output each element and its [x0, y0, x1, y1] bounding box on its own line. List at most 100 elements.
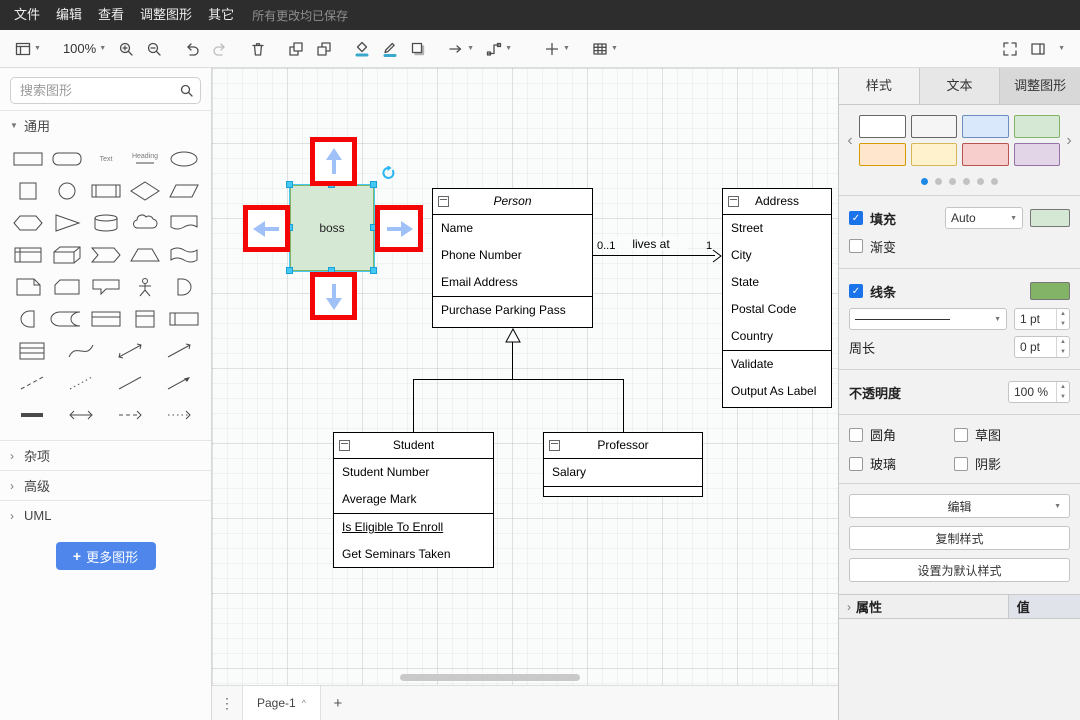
set-default-style-button[interactable]: 设置为默认样式: [849, 558, 1070, 582]
shape-dashed-connector[interactable]: [106, 400, 155, 430]
section-misc[interactable]: › 杂项: [0, 440, 211, 470]
line-color-swatch[interactable]: [1030, 282, 1070, 300]
direction-arrow-down[interactable]: [310, 272, 357, 320]
class-address-method[interactable]: Output As Label: [723, 378, 831, 405]
shape-or[interactable]: [164, 272, 203, 302]
shadow-button[interactable]: [405, 35, 431, 63]
shape-container[interactable]: [86, 304, 125, 334]
class-student[interactable]: Student Student Number Average Mark Is E…: [333, 432, 494, 568]
shape-process[interactable]: [86, 176, 125, 206]
shape-rounded-rectangle[interactable]: [47, 144, 86, 174]
node-boss[interactable]: boss: [290, 185, 374, 271]
shape-cloud[interactable]: [125, 208, 164, 238]
shape-ellipse[interactable]: [164, 144, 203, 174]
shape-cylinder[interactable]: [86, 208, 125, 238]
shape-trapezoid[interactable]: [125, 240, 164, 270]
shape-note[interactable]: [8, 272, 47, 302]
fill-mode-select[interactable]: Auto ▼: [945, 207, 1023, 229]
shape-data-storage[interactable]: [47, 304, 86, 334]
shape-dotted-line[interactable]: [57, 368, 106, 398]
canvas-horizontal-scrollbar[interactable]: [400, 674, 580, 681]
stepper-down-icon[interactable]: ▼: [1057, 392, 1069, 402]
shape-vertical-container[interactable]: [125, 304, 164, 334]
line-style-select[interactable]: ▼: [849, 308, 1007, 330]
edge-lives-at[interactable]: [593, 255, 715, 256]
style-swatch[interactable]: [859, 115, 906, 138]
selection-handle-se[interactable]: [370, 267, 377, 274]
menu-arrange[interactable]: 调整图形: [132, 0, 200, 30]
stepper-up-icon[interactable]: ▲: [1057, 309, 1069, 319]
class-address-attr[interactable]: Street: [723, 215, 831, 242]
zoom-out-button[interactable]: [141, 35, 167, 63]
shape-horizontal-container[interactable]: [164, 304, 203, 334]
shape-rectangle[interactable]: [8, 144, 47, 174]
section-advanced[interactable]: › 高级: [0, 470, 211, 500]
direction-arrow-right[interactable]: [375, 205, 423, 252]
add-page-button[interactable]: +: [321, 695, 355, 712]
tab-text[interactable]: 文本: [920, 68, 1001, 104]
shape-callout[interactable]: [86, 272, 125, 302]
collapse-icon[interactable]: [339, 440, 350, 451]
shape-text[interactable]: Text: [86, 144, 125, 174]
class-professor-attr[interactable]: Salary: [544, 459, 702, 486]
class-address[interactable]: Address Street City State Postal Code Co…: [722, 188, 832, 408]
shape-document[interactable]: [164, 208, 203, 238]
class-address-attr[interactable]: City: [723, 242, 831, 269]
stepper-up-icon[interactable]: ▲: [1057, 382, 1069, 392]
shadow-checkbox[interactable]: [954, 457, 968, 471]
style-swatch[interactable]: [962, 115, 1009, 138]
class-person[interactable]: Person Name Phone Number Email Address P…: [432, 188, 593, 328]
to-back-button[interactable]: [311, 35, 337, 63]
shape-dotted-connector[interactable]: [154, 400, 203, 430]
class-address-attr[interactable]: Country: [723, 323, 831, 350]
tab-arrange[interactable]: 调整图形: [1000, 68, 1080, 104]
shape-directional-connector[interactable]: [154, 368, 203, 398]
zoom-in-button[interactable]: [113, 35, 139, 63]
carousel-dot[interactable]: [935, 178, 942, 185]
style-swatch[interactable]: [859, 143, 906, 166]
style-swatch[interactable]: [911, 115, 958, 138]
class-student-attr[interactable]: Student Number: [334, 459, 493, 486]
menu-extras[interactable]: 其它: [200, 0, 242, 30]
shape-bidirectional-arrow[interactable]: [106, 336, 155, 366]
fill-color-button[interactable]: [349, 35, 375, 63]
collapse-icon[interactable]: [549, 440, 560, 451]
waypoint-style-dropdown[interactable]: ▼: [481, 35, 517, 63]
connection-style-dropdown[interactable]: ▼: [443, 35, 479, 63]
rounded-checkbox[interactable]: [849, 428, 863, 442]
selection-handle-ne[interactable]: [370, 181, 377, 188]
insert-dropdown[interactable]: ▼: [539, 35, 575, 63]
redo-button[interactable]: [207, 35, 233, 63]
tab-style[interactable]: 样式: [839, 68, 920, 104]
class-person-attr[interactable]: Email Address: [433, 269, 592, 296]
shape-triangle[interactable]: [47, 208, 86, 238]
class-person-method[interactable]: Purchase Parking Pass: [433, 297, 592, 324]
shape-step[interactable]: [86, 240, 125, 270]
perimeter-stepper[interactable]: 0 pt ▲▼: [1014, 336, 1070, 358]
shape-diamond[interactable]: [125, 176, 164, 206]
menu-view[interactable]: 查看: [90, 0, 132, 30]
carousel-dot[interactable]: [949, 178, 956, 185]
edge-label[interactable]: lives at: [615, 237, 687, 251]
shape-tape[interactable]: [164, 240, 203, 270]
shape-line[interactable]: [106, 368, 155, 398]
shape-square[interactable]: [8, 176, 47, 206]
gradient-checkbox[interactable]: [849, 239, 863, 253]
carousel-dot[interactable]: [991, 178, 998, 185]
toolbar-more-dropdown[interactable]: ▼: [1053, 35, 1070, 63]
selection-handle-sw[interactable]: [286, 267, 293, 274]
menu-file[interactable]: 文件: [6, 0, 48, 30]
stepper-down-icon[interactable]: ▼: [1057, 319, 1069, 329]
style-swatch[interactable]: [962, 143, 1009, 166]
shape-hexagon[interactable]: [8, 208, 47, 238]
chevron-right-icon[interactable]: ›: [1062, 132, 1076, 150]
fill-color-swatch[interactable]: [1030, 209, 1070, 227]
diagram-canvas[interactable]: boss: [212, 68, 838, 685]
selection-handle-nw[interactable]: [286, 181, 293, 188]
shape-circle[interactable]: [47, 176, 86, 206]
page-tab[interactable]: Page-1 ^: [242, 686, 321, 720]
class-address-attr[interactable]: Postal Code: [723, 296, 831, 323]
stepper-up-icon[interactable]: ▲: [1057, 337, 1069, 347]
carousel-dot[interactable]: [921, 178, 928, 185]
direction-arrow-up[interactable]: [310, 137, 357, 186]
